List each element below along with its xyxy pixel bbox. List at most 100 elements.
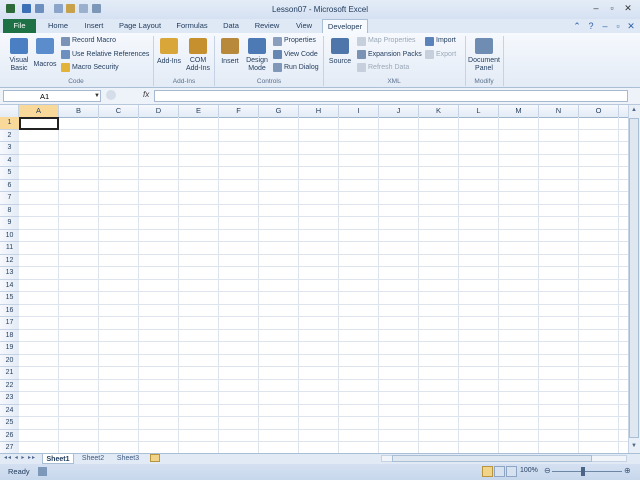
visual-basic-button[interactable]: Visual Basic xyxy=(5,57,33,73)
row-header[interactable]: 16 xyxy=(0,304,19,317)
sheet-tab-sheet1[interactable]: Sheet1 xyxy=(42,453,74,464)
tab-review[interactable]: Review xyxy=(251,19,283,33)
page-break-view-icon[interactable] xyxy=(506,466,517,477)
row-header[interactable]: 17 xyxy=(0,317,19,330)
column-header[interactable]: K xyxy=(419,105,459,117)
column-header[interactable]: E xyxy=(179,105,219,117)
horizontal-scroll-thumb[interactable] xyxy=(392,455,592,462)
row-header[interactable]: 15 xyxy=(0,292,19,305)
tab-home[interactable]: Home xyxy=(44,19,72,33)
tab-view[interactable]: View xyxy=(291,19,317,33)
expansion-packs-button[interactable]: Expansion Packs xyxy=(368,51,422,58)
macro-security-button[interactable]: Macro Security xyxy=(72,64,119,71)
row-header[interactable]: 20 xyxy=(0,354,19,367)
row-header[interactable]: 1 xyxy=(0,117,19,130)
zoom-level[interactable]: 100% xyxy=(520,467,538,474)
zoom-slider-thumb[interactable] xyxy=(581,467,585,476)
insert-control-button[interactable]: Insert xyxy=(216,58,244,65)
add-ins-button[interactable]: Add-Ins xyxy=(155,58,183,65)
insert-sheet-icon[interactable] xyxy=(150,454,160,462)
macro-record-icon[interactable] xyxy=(38,467,47,476)
normal-view-icon[interactable] xyxy=(482,466,493,477)
row-header[interactable]: 22 xyxy=(0,379,19,392)
row-header[interactable]: 19 xyxy=(0,342,19,355)
column-header[interactable]: H xyxy=(299,105,339,117)
workbook-restore-icon[interactable]: ▫ xyxy=(613,21,623,31)
column-header[interactable]: F xyxy=(219,105,259,117)
row-header[interactable]: 11 xyxy=(0,242,19,255)
row-header[interactable]: 24 xyxy=(0,404,19,417)
formula-input[interactable] xyxy=(154,90,628,102)
column-header[interactable]: C xyxy=(99,105,139,117)
row-header[interactable]: 23 xyxy=(0,392,19,405)
row-header[interactable]: 13 xyxy=(0,267,19,280)
name-box[interactable] xyxy=(3,90,101,102)
row-header[interactable]: 7 xyxy=(0,192,19,205)
properties-button[interactable]: Properties xyxy=(284,37,316,44)
import-button[interactable]: Import xyxy=(436,37,456,44)
column-header[interactable]: B xyxy=(59,105,99,117)
tab-file[interactable]: File xyxy=(3,19,36,33)
design-mode-button[interactable]: Design Mode xyxy=(243,57,271,73)
refresh-data-button[interactable]: Refresh Data xyxy=(368,64,409,71)
chevron-down-icon[interactable]: ▼ xyxy=(94,93,100,99)
zoom-out-icon[interactable]: ⊖ xyxy=(544,466,551,475)
scroll-down-icon[interactable]: ▼ xyxy=(629,443,639,451)
column-header[interactable]: M xyxy=(499,105,539,117)
record-macro-button[interactable]: Record Macro xyxy=(72,37,116,44)
row-header[interactable]: 12 xyxy=(0,254,19,267)
map-properties-button[interactable]: Map Properties xyxy=(368,37,415,44)
close-icon[interactable]: ✕ xyxy=(620,2,636,15)
column-header[interactable]: O xyxy=(579,105,619,117)
zoom-in-icon[interactable]: ⊕ xyxy=(624,466,631,475)
row-header[interactable]: 3 xyxy=(0,142,19,155)
sheet-tab-sheet2[interactable]: Sheet2 xyxy=(77,453,109,464)
tab-data[interactable]: Data xyxy=(219,19,243,33)
row-header[interactable]: 26 xyxy=(0,429,19,442)
workbook-minimize-icon[interactable]: – xyxy=(600,21,610,31)
minimize-ribbon-icon[interactable]: ⌃ xyxy=(572,21,582,31)
help-icon[interactable]: ? xyxy=(586,21,596,31)
tab-formulas[interactable]: Formulas xyxy=(173,19,211,33)
select-all-corner[interactable] xyxy=(0,105,19,117)
export-button[interactable]: Export xyxy=(436,51,456,58)
maximize-icon[interactable]: ▫ xyxy=(604,2,620,15)
row-header[interactable]: 18 xyxy=(0,329,19,342)
tab-developer[interactable]: Developer xyxy=(322,19,368,33)
row-header[interactable]: 4 xyxy=(0,154,19,167)
run-dialog-button[interactable]: Run Dialog xyxy=(284,64,319,71)
row-header[interactable]: 2 xyxy=(0,129,19,142)
use-relative-references-button[interactable]: Use Relative References xyxy=(72,51,149,58)
row-header[interactable]: 6 xyxy=(0,179,19,192)
column-header[interactable]: D xyxy=(139,105,179,117)
row-header[interactable]: 21 xyxy=(0,367,19,380)
column-header[interactable]: G xyxy=(259,105,299,117)
macros-button[interactable]: Macros xyxy=(31,61,59,68)
sheet-nav-icon[interactable]: ◂◂ ◂ ▸ ▸▸ xyxy=(4,454,36,461)
com-add-ins-button[interactable]: COM Add-Ins xyxy=(184,57,212,73)
scroll-up-icon[interactable]: ▲ xyxy=(629,107,639,115)
tab-insert[interactable]: Insert xyxy=(79,19,109,33)
page-layout-view-icon[interactable] xyxy=(494,466,505,477)
active-cell[interactable] xyxy=(19,117,59,130)
column-header[interactable]: L xyxy=(459,105,499,117)
row-header[interactable]: 5 xyxy=(0,167,19,180)
row-header[interactable]: 10 xyxy=(0,229,19,242)
source-button[interactable]: Source xyxy=(326,58,354,65)
row-header[interactable]: 8 xyxy=(0,204,19,217)
column-header[interactable]: J xyxy=(379,105,419,117)
workbook-close-icon[interactable]: ✕ xyxy=(626,21,636,31)
zoom-slider[interactable] xyxy=(552,471,622,472)
insert-function-button[interactable]: fx xyxy=(143,90,149,99)
row-header[interactable]: 25 xyxy=(0,417,19,430)
view-code-button[interactable]: View Code xyxy=(284,51,318,58)
column-header[interactable]: I xyxy=(339,105,379,117)
tab-page-layout[interactable]: Page Layout xyxy=(115,19,165,33)
column-header[interactable]: N xyxy=(539,105,579,117)
column-header[interactable]: A xyxy=(19,105,59,117)
row-header[interactable]: 14 xyxy=(0,279,19,292)
vertical-scroll-thumb[interactable] xyxy=(629,118,639,438)
minimize-icon[interactable]: – xyxy=(588,2,604,15)
document-panel-button[interactable]: Document Panel xyxy=(466,57,502,73)
row-header[interactable]: 9 xyxy=(0,217,19,230)
